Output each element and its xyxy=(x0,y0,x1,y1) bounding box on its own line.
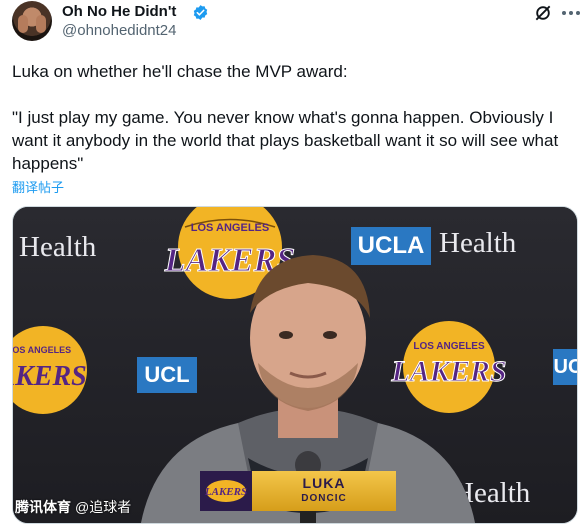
tweet-header: Oh No He Didn't @ohnohedidnt24 xyxy=(12,0,580,46)
player-last-name: DONCIC xyxy=(301,493,347,504)
media-watermark: 腾讯体育 @追球者 xyxy=(15,497,131,517)
avatar[interactable] xyxy=(12,1,52,41)
grok-icon[interactable] xyxy=(533,3,553,23)
lakers-logo-left-lakers: LAKERS xyxy=(13,361,87,392)
player-first-name: LUKA xyxy=(302,475,346,491)
watermark-handle: @追球者 xyxy=(75,499,132,515)
lower-third-logo-text: LAKERS xyxy=(204,486,247,498)
backdrop-health-left: Health xyxy=(19,231,97,263)
tweet-text: Luka on whether he'll chase the MVP awar… xyxy=(12,60,572,175)
user-handle[interactable]: @ohnohedidnt24 xyxy=(62,22,177,39)
lower-third-lakers-logo: LAKERS xyxy=(200,471,252,511)
avatar-hand-right xyxy=(36,15,46,33)
watermark-brand: 腾讯体育 xyxy=(15,499,71,515)
lower-third-panel: LUKA DONCIC xyxy=(252,471,396,511)
tweet-text-quote: "I just play my game. You never know wha… xyxy=(12,108,559,173)
tweet-text-intro: Luka on whether he'll chase the MVP awar… xyxy=(12,62,348,81)
lakers-logo-left: LOS ANGELES LAKERS xyxy=(13,326,87,414)
backdrop-ucla-right: UC xyxy=(553,349,577,385)
verified-badge-icon xyxy=(193,5,208,20)
more-icon[interactable] xyxy=(561,10,581,16)
avatar-hand-left xyxy=(18,15,28,33)
name-lower-third: LAKERS LUKA DONCIC xyxy=(200,471,396,511)
lakers-logo-left-los-angeles: LOS ANGELES xyxy=(13,345,71,355)
lakers-logo-top-los-angeles: LOS ANGELES xyxy=(191,222,269,234)
tweet-media-image[interactable]: Health UCLA Health UCL UC Health LOS ANG… xyxy=(12,206,578,524)
display-name[interactable]: Oh No He Didn't xyxy=(62,3,176,20)
translate-post-link[interactable]: 翻译帖子 xyxy=(12,177,64,196)
